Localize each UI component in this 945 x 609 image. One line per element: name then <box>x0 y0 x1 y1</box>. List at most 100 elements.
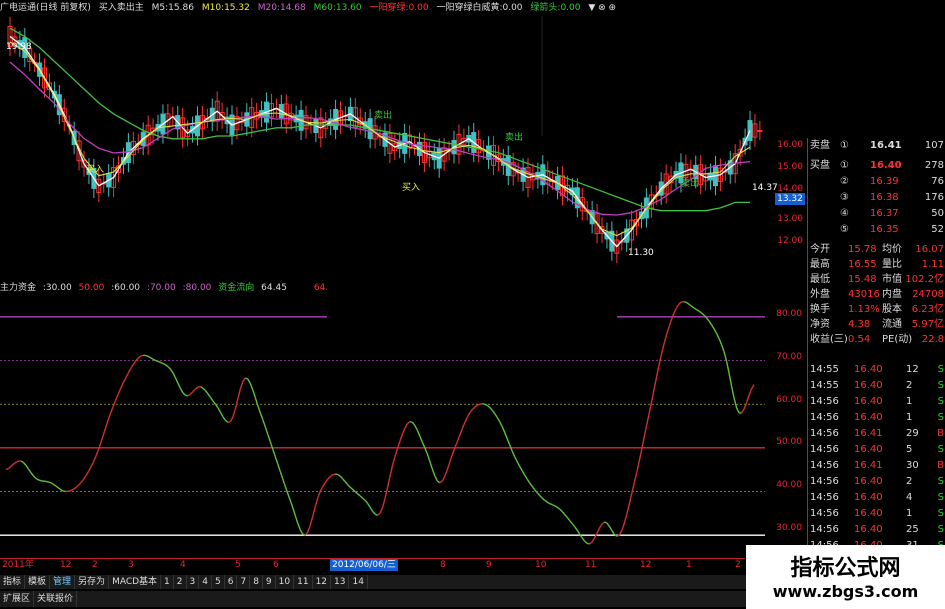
indicator-tab[interactable]: 管理 <box>50 575 76 589</box>
indicator-tab[interactable]: 指标 <box>0 575 26 589</box>
ma60-value: M60:13.60 <box>313 3 362 13</box>
tick-cell: S <box>937 364 944 375</box>
indicator-tab[interactable]: MACD基本 <box>109 575 162 589</box>
right-price-label: 14.37 <box>752 183 778 193</box>
tick-cell: 4 <box>906 492 913 503</box>
tick-cell: S <box>937 508 944 519</box>
ind-tick: 50.00 <box>776 437 802 447</box>
indicator-tab[interactable]: 1 <box>161 575 174 589</box>
stat-cell: 102.2亿 <box>905 274 944 285</box>
stat-cell: 市值 <box>882 274 902 285</box>
buy-level-1: 买盘 ① 16.40 278 <box>810 160 944 171</box>
stat-row: 净资 4.38 流通 5.97亿 <box>810 317 944 332</box>
indicator-tab[interactable]: 11 <box>294 575 313 589</box>
indicator-tab[interactable]: 9 <box>263 575 276 589</box>
indicator-chart[interactable] <box>0 295 775 557</box>
stat-cell: 15.78 <box>848 244 877 255</box>
stat-row: 收益(三) 0.54 PE(动) 22.8 <box>810 332 944 347</box>
indicator-tab[interactable]: 10 <box>276 575 295 589</box>
watermark-url: www.zbgs3.com <box>772 582 919 601</box>
flow-segment <box>145 354 149 358</box>
buy-marker: 买入 <box>402 183 421 193</box>
buy-level-4: ④ 16.37 50 <box>840 208 944 219</box>
tick-cell: 16.40 <box>854 412 883 423</box>
tick-cell: 1 <box>906 412 913 423</box>
level-70: :70.00 <box>146 283 176 293</box>
overlay-box <box>327 281 617 325</box>
tick-row: 14:56 16.40 1 S <box>810 506 944 521</box>
indicator-tab[interactable]: 6 <box>225 575 238 589</box>
stat-cell: 量比 <box>882 259 902 270</box>
price-tick: 12.00 <box>777 236 803 246</box>
indicator-tab[interactable]: 8 <box>250 575 263 589</box>
sell-level-1: 卖盘 ① 16.41 107 <box>810 140 944 151</box>
tick-cell: 2 <box>906 476 913 487</box>
date-tick: 12 <box>60 560 72 570</box>
tick-cell: 14:56 <box>810 508 839 519</box>
stat-cell: 6.23亿 <box>911 304 944 315</box>
flow-label: 资金流向 <box>218 283 255 293</box>
ma10-value: M10:15.32 <box>201 3 250 13</box>
tick-cell: 16.40 <box>854 476 883 487</box>
indicator-tab[interactable]: 5 <box>212 575 225 589</box>
indicator-tab[interactable]: 14 <box>349 575 368 589</box>
stat-row: 最低 15.48 市值 102.2亿 <box>810 272 944 287</box>
date-tick: 5 <box>235 560 241 570</box>
tick-cell: 25 <box>906 524 919 535</box>
tick-row: 14:56 16.40 1 S <box>810 394 944 409</box>
stat-cell: 16.55 <box>848 259 877 270</box>
indicator-tab[interactable]: 13 <box>331 575 350 589</box>
tick-cell: 16.40 <box>854 380 883 391</box>
tick-cell: 14:56 <box>810 428 839 439</box>
date-tick: 10 <box>535 560 547 570</box>
flow-segment <box>332 473 336 476</box>
level-50: 50.00 <box>78 283 105 293</box>
quote-panel: 卖盘 ① 16.41 107 买盘 ① 16.40 278 ② 16.39 76… <box>807 138 945 558</box>
indicator-tab[interactable]: 4 <box>199 575 212 589</box>
tick-cell: 14:56 <box>810 396 839 407</box>
stat-cell: 4.38 <box>848 319 871 330</box>
stat-cell: 5.97亿 <box>911 319 944 330</box>
indicator-tab[interactable]: 模板 <box>25 575 51 589</box>
tick-cell: 5 <box>906 444 913 455</box>
flow-segment <box>227 420 231 423</box>
date-tick: 6 <box>273 560 279 570</box>
flow-value: 64.45 <box>261 283 287 293</box>
tick-cell: 14:56 <box>810 492 839 503</box>
panel-control-icons[interactable]: ▼ ⊗ ⊕ <box>588 3 616 13</box>
price-chart[interactable] <box>0 16 775 278</box>
bottom-tab[interactable]: 扩展区 <box>0 591 35 607</box>
tick-cell: 16.40 <box>854 364 883 375</box>
tick-cell: 12 <box>906 364 919 375</box>
tick-cell: 16.41 <box>854 428 883 439</box>
high-price-label: 19.98 <box>6 42 32 52</box>
date-tick: 12 <box>640 560 652 570</box>
watermark-title: 指标公式网 <box>790 556 901 581</box>
tick-cell: 16.40 <box>854 524 883 535</box>
stat-cell: 0.54 <box>848 334 871 345</box>
indicator-tab[interactable]: 7 <box>237 575 251 589</box>
tick-cell: 14:56 <box>810 460 839 471</box>
stat-cell: 外盘 <box>810 289 830 300</box>
bottom-tab[interactable]: 关联报价 <box>34 591 78 607</box>
flow-segment <box>48 481 52 484</box>
flow-segment <box>38 479 42 482</box>
stat-cell: 股本 <box>882 304 902 315</box>
indicator-tab[interactable]: 12 <box>313 575 332 589</box>
indicator-tab[interactable]: 另存为 <box>75 575 110 589</box>
tick-row: 14:56 16.40 25 S <box>810 522 944 537</box>
signal-1: 一阳穿绿:0.00 <box>369 3 429 13</box>
indicator-name[interactable]: 买入卖出主 <box>99 3 144 13</box>
stat-row: 外盘 43016 内盘 24708 <box>810 287 944 302</box>
stat-row: 换手 1.13% 股本 6.23亿 <box>810 302 944 317</box>
indicator-sub-name[interactable]: 主力资金 <box>0 283 36 293</box>
tick-row: 14:55 16.40 2 S <box>810 378 944 393</box>
indicator-tab[interactable]: 2 <box>174 575 187 589</box>
tick-cell: S <box>937 412 944 423</box>
indicator-tab[interactable]: 3 <box>187 575 200 589</box>
indicator-tabs: 指标 模板 管理 另存为 MACD基本 1 2 3 4 5 6 7 8 9 10 11 12 13 14 <box>0 575 760 589</box>
ind-tick: 30.00 <box>776 523 802 533</box>
tick-cell: 14:56 <box>810 476 839 487</box>
tick-cell: 1 <box>906 508 913 519</box>
indicator-title-bar: 广电运通(日线 前复权) 买入卖出主 M5:15.86 M10:15.32 M2… <box>0 0 616 16</box>
